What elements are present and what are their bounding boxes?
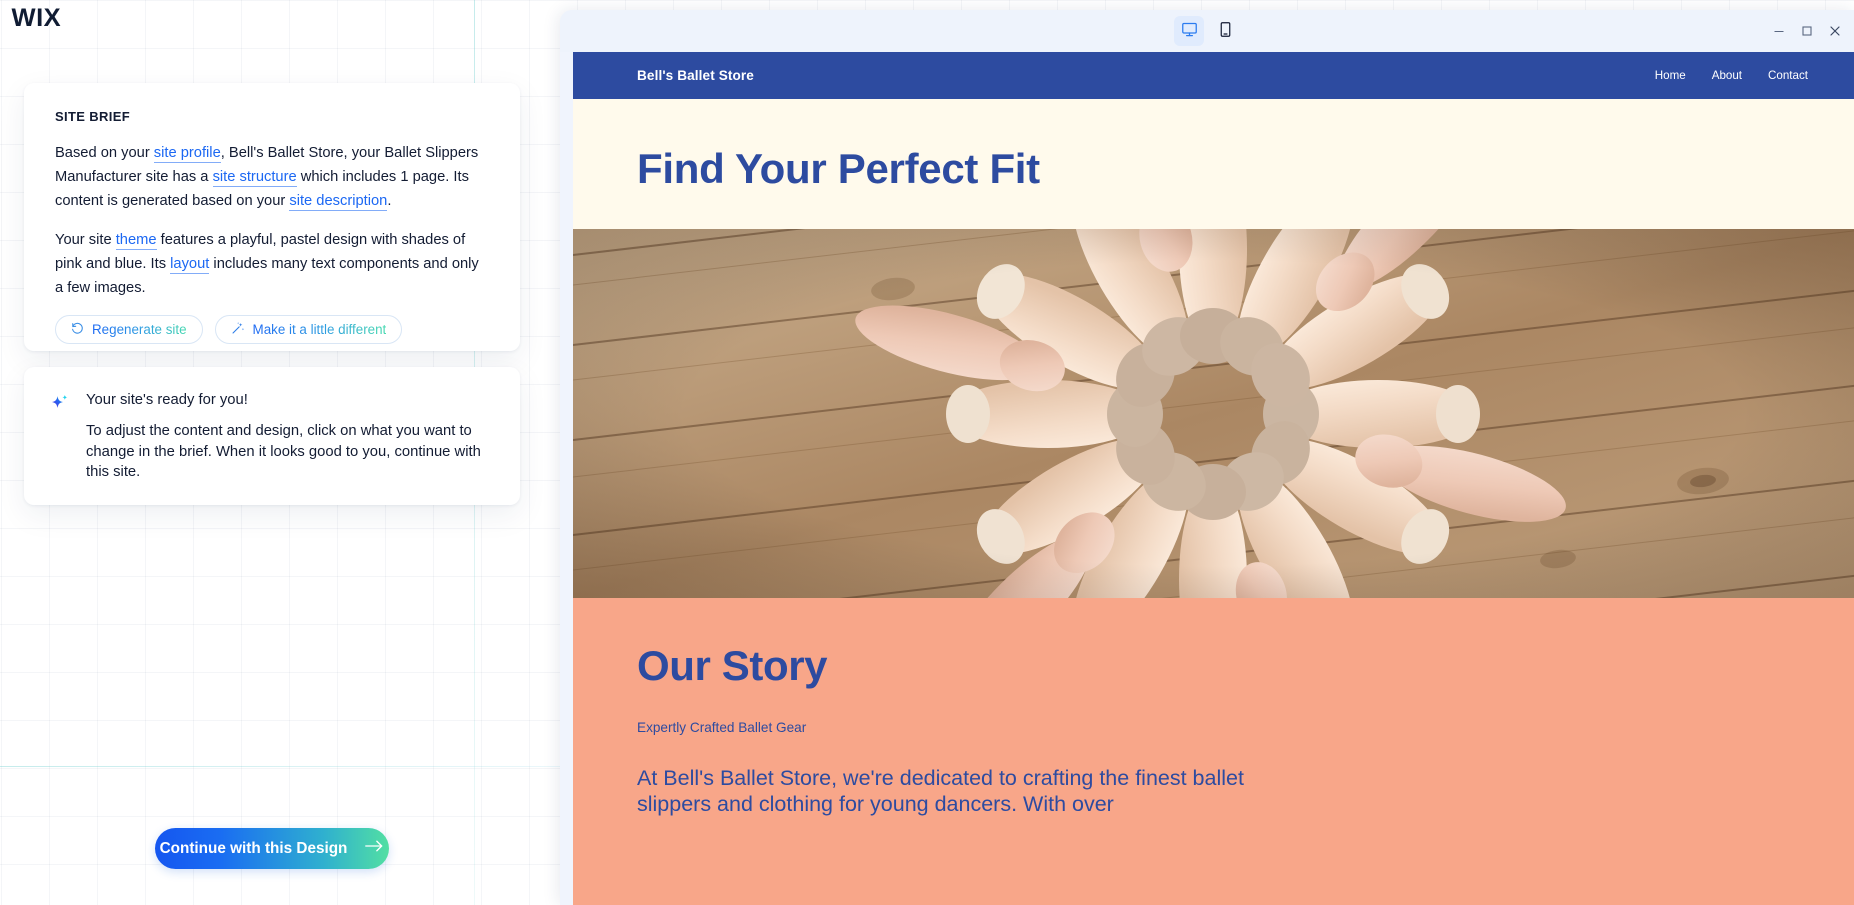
site-nav-links: Home About Contact [1655, 69, 1808, 82]
site-brief-card: SITE BRIEF Based on your site profile, B… [24, 83, 520, 351]
sparkle-icon [50, 394, 70, 483]
link-layout[interactable]: layout [170, 256, 210, 274]
ballet-shoes-illustration [573, 229, 1854, 598]
continue-with-design-button[interactable]: Continue with this Design [155, 828, 389, 869]
hero-image [573, 229, 1854, 598]
arrow-right-icon [365, 839, 384, 858]
link-site-description[interactable]: site description [289, 193, 388, 211]
nav-link-about[interactable]: About [1712, 69, 1742, 82]
phone-icon [1218, 21, 1233, 41]
brief-p2-seg1: Your site [55, 232, 116, 248]
make-it-different-label: Make it a little different [252, 322, 387, 337]
window-controls [1772, 10, 1842, 52]
device-toggle-group [1174, 16, 1240, 46]
preview-toolbar [560, 10, 1854, 52]
nav-link-contact[interactable]: Contact [1768, 69, 1808, 82]
rendered-site: Bell's Ballet Store Home About Contact F… [573, 52, 1854, 905]
brief-p1-seg1: Based on your [55, 145, 154, 161]
site-preview-window: Bell's Ballet Store Home About Contact F… [560, 10, 1854, 905]
story-subheading: Expertly Crafted Ballet Gear [637, 720, 807, 735]
brief-paragraph-2: Your site theme features a playful, past… [55, 228, 486, 300]
magic-wand-icon [231, 321, 245, 338]
monitor-icon [1181, 21, 1198, 41]
nav-link-home[interactable]: Home [1655, 69, 1686, 82]
guide-line-horizontal [0, 766, 620, 767]
story-heading: Our Story [637, 642, 828, 689]
site-ready-title: Your site's ready for you! [86, 392, 248, 408]
make-it-different-button[interactable]: Make it a little different [214, 315, 403, 344]
site-brand-name[interactable]: Bell's Ballet Store [637, 68, 754, 83]
site-ready-card: Your site's ready for you! To adjust the… [24, 367, 520, 505]
hero-heading: Find Your Perfect Fit [637, 145, 1040, 192]
story-section: Our Story Expertly Crafted Ballet Gear A… [573, 598, 1854, 905]
wix-logo[interactable]: WIX [12, 4, 62, 33]
story-paragraph: At Bell's Ballet Store, we're dedicated … [637, 766, 1244, 816]
device-toggle-mobile[interactable] [1210, 16, 1240, 46]
minimize-button[interactable] [1772, 24, 1786, 38]
site-navbar: Bell's Ballet Store Home About Contact [573, 52, 1854, 99]
continue-button-label: Continue with this Design [159, 839, 348, 857]
link-site-profile[interactable]: site profile [153, 145, 221, 163]
regenerate-site-button[interactable]: Regenerate site [55, 315, 203, 344]
brief-paragraph-1: Based on your site profile, Bell's Balle… [55, 141, 486, 213]
regenerate-site-label: Regenerate site [92, 322, 187, 337]
site-brief-heading: SITE BRIEF [55, 109, 131, 124]
maximize-button[interactable] [1800, 24, 1814, 38]
close-button[interactable] [1828, 24, 1842, 38]
hero-section: Find Your Perfect Fit [573, 99, 1854, 229]
link-theme[interactable]: theme [115, 232, 157, 250]
link-site-structure[interactable]: site structure [212, 169, 297, 187]
brief-p1-seg4: . [387, 193, 392, 209]
refresh-icon [71, 322, 84, 338]
device-toggle-desktop[interactable] [1174, 16, 1204, 46]
site-ready-body: To adjust the content and design, click … [86, 423, 481, 480]
brief-actions: Regenerate site Make it a little differe… [55, 315, 486, 344]
